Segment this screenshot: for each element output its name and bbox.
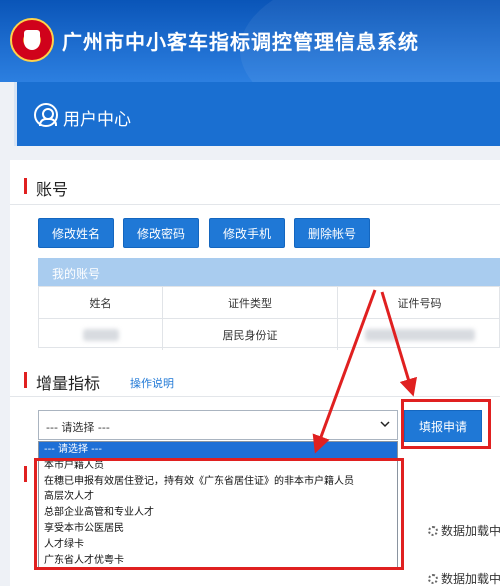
col-name: 姓名: [39, 287, 163, 318]
section-marker: [24, 466, 27, 482]
change-phone-button[interactable]: 修改手机: [209, 218, 285, 248]
account-section-title: 账号: [36, 180, 69, 199]
id-type-value: 居民身份证: [163, 319, 338, 350]
col-id-number: 证件号码: [397, 296, 442, 310]
change-password-button[interactable]: 修改密码: [123, 218, 199, 248]
section-divider: [10, 396, 500, 397]
chevron-down-icon: [380, 421, 390, 428]
section-marker: [24, 178, 27, 194]
spinner-icon: [428, 574, 438, 584]
my-account-header: 我的账号: [38, 258, 500, 286]
spinner-icon: [428, 526, 438, 536]
options-highlight-box: [34, 458, 404, 570]
quota-section-title: 增量指标: [36, 374, 101, 393]
edit-name-button[interactable]: 修改姓名: [38, 218, 114, 248]
dropdown-option-placeholder[interactable]: --- 请选择 ---: [39, 442, 397, 458]
app-header: 广州市中小客车指标调控管理信息系统: [0, 0, 500, 82]
banner-title: 用户中心: [63, 110, 131, 130]
apply-button[interactable]: 填报申请: [404, 410, 482, 442]
instructions-link[interactable]: 操作说明: [130, 375, 174, 391]
loading-text: 数据加载中: [441, 572, 500, 586]
app-title: 广州市中小客车指标调控管理信息系统: [62, 30, 419, 54]
section-marker: [24, 372, 27, 388]
delete-account-button[interactable]: 删除帐号: [294, 218, 370, 248]
loading-indicator: 数据加载中: [428, 570, 500, 586]
loading-text: 数据加载中: [441, 524, 500, 538]
id-number-value-redacted: [338, 319, 500, 350]
user-center-banner: 用户中心: [14, 82, 500, 146]
table-row: 居民身份证: [39, 318, 500, 350]
user-icon: [34, 103, 58, 127]
col-id-type: 证件类型: [163, 287, 338, 318]
name-value-redacted: [39, 319, 163, 350]
loading-indicator: 数据加载中: [428, 522, 500, 539]
table-header-row: 姓名 证件类型 证件号码: [39, 287, 499, 318]
emblem-icon: [10, 18, 54, 62]
account-table: 姓名 证件类型 证件号码 居民身份证: [38, 286, 500, 350]
select-value: --- 请选择 ---: [46, 421, 110, 434]
quota-type-select[interactable]: --- 请选择 ---: [38, 410, 398, 440]
section-divider: [10, 204, 500, 205]
